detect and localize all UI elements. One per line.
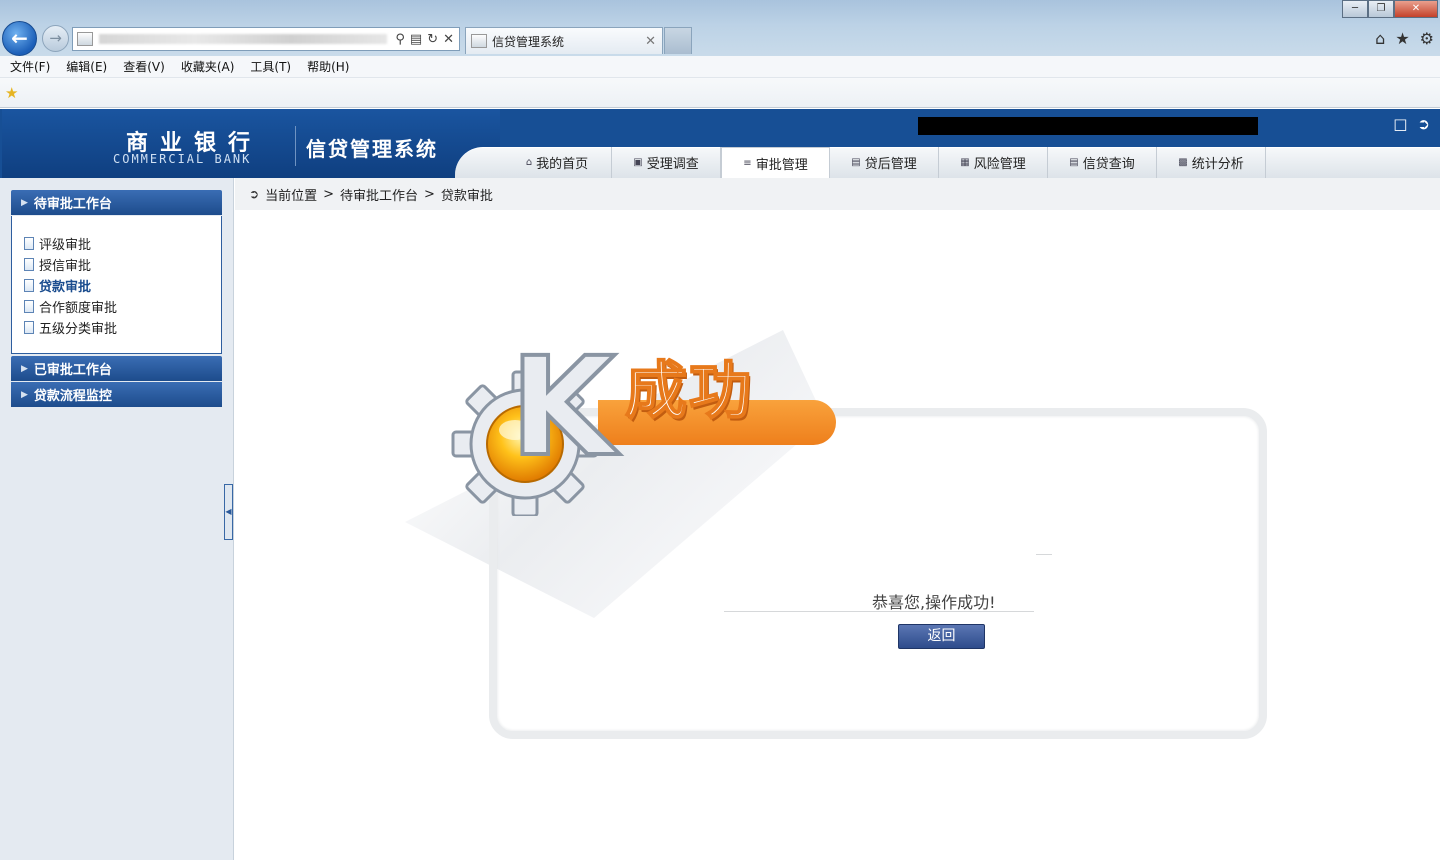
document-icon bbox=[24, 258, 34, 271]
browser-tools: ⌂ ★ ⚙ bbox=[1375, 29, 1434, 48]
risk-icon: ▦ bbox=[960, 157, 970, 168]
refresh-icon[interactable]: ↻ bbox=[427, 32, 438, 47]
gear-icon[interactable]: ⚙ bbox=[1420, 29, 1434, 48]
close-window-icon[interactable]: ✕ bbox=[1394, 0, 1438, 18]
menu-file[interactable]: 文件(F) bbox=[10, 58, 50, 75]
browser-tab[interactable]: 信贷管理系统 ✕ bbox=[465, 27, 663, 54]
breadcrumb-item: 贷款审批 bbox=[440, 188, 493, 204]
desktop-icon[interactable]: □ bbox=[1393, 115, 1407, 133]
panel-loan-monitor[interactable]: ▶ 贷款流程监控 bbox=[11, 382, 222, 407]
breadcrumb: ➲ 当前位置 > 待审批工作台 > 贷款审批 bbox=[235, 178, 1440, 210]
kde-k-letter-logo: K bbox=[508, 329, 617, 487]
redacted-user-info bbox=[918, 117, 1258, 135]
favorites-star-icon[interactable]: ★ bbox=[1395, 29, 1409, 48]
panel-approved[interactable]: ▶ 已审批工作台 bbox=[11, 356, 222, 381]
sidebar-item-credit[interactable]: 授信审批 bbox=[24, 254, 117, 275]
system-name: 信贷管理系统 bbox=[306, 137, 438, 161]
breadcrumb-label: 当前位置 bbox=[265, 188, 318, 204]
header-divider bbox=[295, 126, 296, 166]
nav-post-loan[interactable]: ▤ 贷后管理 bbox=[830, 147, 939, 178]
sidebar-item-loan[interactable]: 贷款审批 bbox=[24, 275, 117, 296]
stop-icon[interactable]: ✕ bbox=[443, 32, 454, 47]
header-brand-area: 商业银行 COMMERCIAL BANK 信贷管理系统 bbox=[2, 109, 500, 178]
expand-arrow-icon: ▶ bbox=[21, 389, 28, 400]
return-button[interactable]: 返回 bbox=[898, 624, 985, 649]
success-message: 恭喜您,操作成功! bbox=[872, 593, 996, 612]
loan-icon: ▤ bbox=[851, 157, 861, 168]
nav-approval[interactable]: ≡ 审批管理 bbox=[721, 147, 830, 178]
document-icon bbox=[24, 321, 34, 334]
nav-risk[interactable]: ▦ 风险管理 bbox=[939, 147, 1048, 178]
sidebar-item-rating[interactable]: 评级审批 bbox=[24, 233, 117, 254]
browser-menu-bar: 文件(F) 编辑(E) 查看(V) 收藏夹(A) 工具(T) 帮助(H) bbox=[0, 56, 1440, 78]
success-title: 成功 bbox=[624, 354, 754, 427]
menu-favorites[interactable]: 收藏夹(A) bbox=[181, 58, 235, 75]
compatibility-view-icon[interactable]: ▤ bbox=[410, 32, 422, 47]
tab-title: 信贷管理系统 bbox=[492, 34, 565, 49]
search-icon[interactable]: ⚲ bbox=[395, 32, 405, 47]
favorites-bar: ★ bbox=[0, 78, 1440, 108]
browser-titlebar: ← → ⚲ ▤ ↻ ✕ 信贷管理系统 ✕ ─ ❐ ✕ ⌂ ★ ⚙ bbox=[0, 0, 1440, 56]
panel-pending-approval[interactable]: ▶ 待审批工作台 bbox=[11, 190, 222, 215]
document-icon bbox=[24, 300, 34, 313]
page-favicon-icon bbox=[77, 32, 93, 46]
back-arrow-icon[interactable]: ← bbox=[2, 21, 37, 56]
nav-investigation[interactable]: ▣ 受理调查 bbox=[612, 147, 721, 178]
menu-edit[interactable]: 编辑(E) bbox=[66, 58, 107, 75]
forward-arrow-icon[interactable]: → bbox=[42, 25, 69, 52]
document-icon bbox=[24, 237, 34, 250]
add-favorite-star-icon[interactable]: ★ bbox=[5, 84, 18, 102]
bank-name-en: COMMERCIAL BANK bbox=[113, 152, 252, 166]
address-bar[interactable]: ⚲ ▤ ↻ ✕ bbox=[72, 27, 460, 51]
tab-close-icon[interactable]: ✕ bbox=[645, 34, 662, 49]
list-icon: ≡ bbox=[743, 158, 752, 169]
window-controls: ─ ❐ ✕ bbox=[1342, 0, 1438, 18]
breadcrumb-separator: > bbox=[323, 186, 334, 202]
document-icon bbox=[24, 279, 34, 292]
new-tab-button[interactable] bbox=[664, 27, 692, 54]
menu-help[interactable]: 帮助(H) bbox=[307, 58, 349, 75]
menu-view[interactable]: 查看(V) bbox=[123, 58, 165, 75]
chart-icon: ▩ bbox=[1178, 157, 1188, 168]
app-header: 商业银行 COMMERCIAL BANK 信贷管理系统 □ ➲ ⌂ 我的首页 ▣ 受… bbox=[0, 109, 1440, 178]
tab-favicon-icon bbox=[471, 34, 487, 48]
investigation-icon: ▣ bbox=[633, 157, 643, 168]
pending-approval-list: 评级审批 授信审批 贷款审批 合作额度审批 五级分类审批 bbox=[24, 233, 117, 338]
header-actions: □ ➲ bbox=[1393, 115, 1430, 133]
address-url-blurred bbox=[99, 34, 388, 44]
home-icon[interactable]: ⌂ bbox=[1375, 29, 1385, 48]
menu-tools[interactable]: 工具(T) bbox=[250, 58, 291, 75]
sidebar-item-coop-limit[interactable]: 合作额度审批 bbox=[24, 296, 117, 317]
expand-arrow-icon: ▶ bbox=[21, 363, 28, 374]
decorative-tick bbox=[1036, 554, 1052, 555]
breadcrumb-separator: > bbox=[424, 186, 435, 202]
main-nav: ⌂ 我的首页 ▣ 受理调查 ≡ 审批管理 ▤ 贷后管理 ▦ 风险管理 ▤ 信贷查询 ▩ 统计分… bbox=[503, 147, 1266, 178]
nav-query[interactable]: ▤ 信贷查询 bbox=[1048, 147, 1157, 178]
sidebar-collapse-handle[interactable]: ◀ bbox=[224, 484, 233, 540]
expand-arrow-icon: ▶ bbox=[21, 197, 28, 208]
nav-statistics[interactable]: ▩ 统计分析 bbox=[1157, 147, 1266, 178]
sidebar-item-five-level[interactable]: 五级分类审批 bbox=[24, 317, 117, 338]
home-icon: ⌂ bbox=[525, 157, 533, 168]
location-icon: ➲ bbox=[249, 187, 260, 201]
query-icon: ▤ bbox=[1069, 157, 1079, 168]
breadcrumb-item[interactable]: 待审批工作台 bbox=[340, 185, 418, 204]
maximize-icon[interactable]: ❐ bbox=[1368, 0, 1394, 18]
message-underline bbox=[724, 611, 1034, 612]
nav-home[interactable]: ⌂ 我的首页 bbox=[503, 147, 612, 178]
logout-icon[interactable]: ➲ bbox=[1417, 115, 1430, 133]
minimize-icon[interactable]: ─ bbox=[1342, 0, 1368, 18]
